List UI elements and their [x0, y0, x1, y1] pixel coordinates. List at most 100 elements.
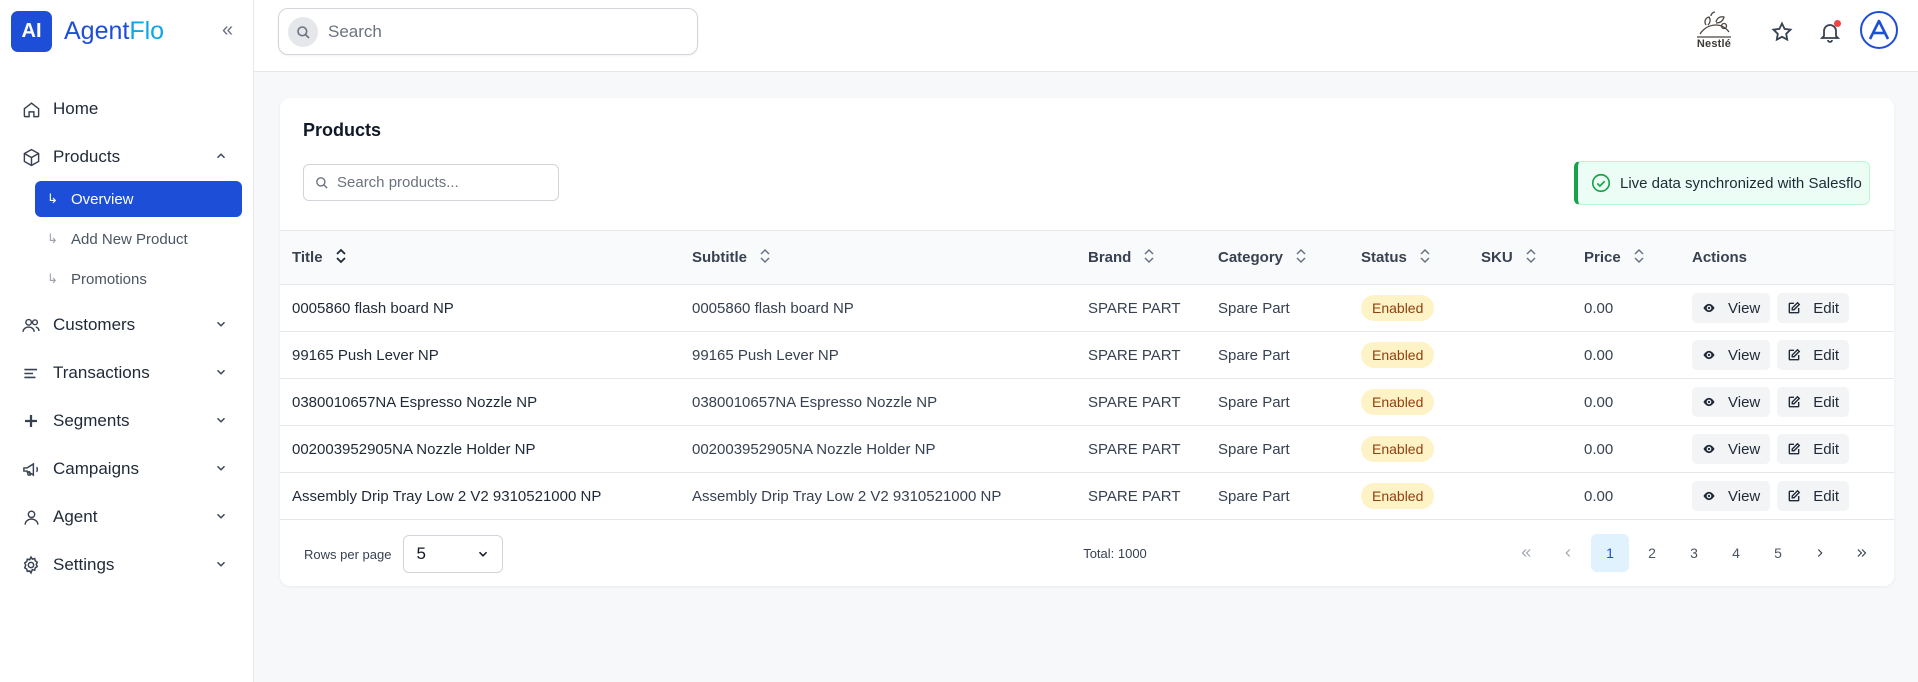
view-button[interactable]: View: [1692, 340, 1771, 370]
edit-icon: [1787, 489, 1807, 503]
eye-icon: [1702, 442, 1722, 456]
avatar[interactable]: [1860, 11, 1898, 49]
view-button-label: View: [1728, 299, 1761, 317]
page-number-button[interactable]: 5: [1759, 534, 1797, 572]
sidebar-subitem-promotions[interactable]: ↳ Promotions: [35, 261, 242, 297]
eye-icon: [1702, 395, 1722, 409]
column-header-label: Title: [292, 248, 323, 266]
check-circle-icon: [1591, 173, 1611, 193]
column-header-brand[interactable]: Brand: [1076, 231, 1206, 285]
edit-button[interactable]: Edit: [1777, 293, 1850, 323]
table-row[interactable]: 0380010657NA Espresso Nozzle NP 038001065…: [280, 379, 1894, 426]
edit-button-label: Edit: [1813, 346, 1840, 364]
sidebar-item-campaigns[interactable]: Campaigns: [20, 454, 236, 484]
edit-button[interactable]: Edit: [1777, 387, 1850, 417]
user-icon: [20, 506, 42, 528]
global-search-input[interactable]: [328, 21, 688, 42]
sort-icon[interactable]: [759, 248, 771, 268]
column-header-category[interactable]: Category: [1206, 231, 1349, 285]
prev-page-button[interactable]: [1549, 534, 1587, 572]
column-header-price[interactable]: Price: [1572, 231, 1680, 285]
subitem-arrow-icon: ↳: [47, 191, 58, 206]
sort-icon[interactable]: [335, 248, 347, 268]
column-header-status[interactable]: Status: [1349, 231, 1469, 285]
cell-category: Spare Part: [1218, 299, 1290, 317]
edit-button[interactable]: Edit: [1777, 340, 1850, 370]
table-row[interactable]: 002003952905NA Nozzle Holder NP 002003952…: [280, 426, 1894, 473]
cell-actions: View Edit: [1680, 426, 1894, 473]
sidebar-subitem-overview[interactable]: ↳ Overview: [35, 181, 242, 217]
view-button-label: View: [1728, 393, 1761, 411]
star-icon[interactable]: [1770, 20, 1794, 44]
rows-per-page-value: 5: [416, 544, 426, 563]
sidebar-item-products[interactable]: Products: [20, 142, 236, 172]
sidebar-subitem-add-new-product[interactable]: ↳ Add New Product: [35, 221, 242, 257]
pagination: 12345: [1507, 534, 1885, 572]
sidebar-item-segments[interactable]: Segments: [20, 406, 236, 436]
cell-brand: SPARE PART: [1088, 299, 1181, 317]
cell-category: Spare Part: [1218, 487, 1290, 505]
rows-per-page: Rows per page 5: [304, 535, 504, 573]
box-icon: [20, 146, 42, 168]
product-search[interactable]: [303, 164, 559, 201]
cell-title: 99165 Push Lever NP: [292, 346, 439, 364]
edit-button[interactable]: Edit: [1777, 434, 1850, 464]
collapse-sidebar-icon[interactable]: «: [222, 20, 240, 42]
sidebar-subitem-label: Add New Product: [71, 230, 188, 248]
sidebar-item-customers[interactable]: Customers: [20, 310, 236, 340]
sidebar-item-home[interactable]: Home: [20, 94, 236, 124]
view-button[interactable]: View: [1692, 481, 1771, 511]
next-page-button[interactable]: [1801, 534, 1839, 572]
view-button-label: View: [1728, 346, 1761, 364]
sort-icon[interactable]: [1633, 248, 1645, 268]
column-header-label: Brand: [1088, 248, 1132, 266]
sidebar-item-settings[interactable]: Settings: [20, 550, 236, 580]
sidebar-item-transactions[interactable]: Transactions: [20, 358, 236, 388]
edit-button-label: Edit: [1813, 299, 1840, 317]
brand[interactable]: AI AgentFlo: [11, 11, 164, 52]
bell-icon[interactable]: [1818, 20, 1842, 44]
sort-icon[interactable]: [1295, 248, 1307, 268]
product-search-input[interactable]: [337, 174, 547, 191]
sort-icon[interactable]: [1525, 248, 1537, 268]
cell-sku: [1469, 473, 1572, 520]
table-row[interactable]: Assembly Drip Tray Low 2 V2 9310521000 N…: [280, 473, 1894, 520]
column-header-title[interactable]: Title: [280, 231, 680, 285]
view-button[interactable]: View: [1692, 293, 1771, 323]
edit-icon: [1787, 395, 1807, 409]
page-number-button[interactable]: 2: [1633, 534, 1671, 572]
edit-icon: [1787, 442, 1807, 456]
sidebar-item-label: Agent: [53, 507, 98, 526]
page-number-button[interactable]: 4: [1717, 534, 1755, 572]
gear-icon: [20, 554, 42, 576]
cell-subtitle: 99165 Push Lever NP: [692, 346, 839, 364]
edit-button[interactable]: Edit: [1777, 481, 1850, 511]
chevron-up-icon: [214, 149, 228, 163]
products-table: Title Subtitle Brand Category Status SKU…: [280, 230, 1894, 520]
status-badge: Enabled: [1361, 483, 1435, 509]
view-button[interactable]: View: [1692, 434, 1771, 464]
page-number-button[interactable]: 1: [1591, 534, 1629, 572]
cell-actions: View Edit: [1680, 332, 1894, 379]
page-number-button[interactable]: 3: [1675, 534, 1713, 572]
column-header-sku[interactable]: SKU: [1469, 231, 1572, 285]
cell-subtitle: 0005860 flash board NP: [692, 299, 854, 317]
view-button-label: View: [1728, 440, 1761, 458]
sort-icon[interactable]: [1143, 248, 1155, 268]
last-page-button[interactable]: [1843, 534, 1881, 572]
view-button[interactable]: View: [1692, 387, 1771, 417]
first-page-button[interactable]: [1507, 534, 1545, 572]
brand-name: AgentFlo: [64, 17, 164, 46]
sidebar-item-label: Transactions: [53, 363, 150, 382]
global-search[interactable]: [278, 8, 698, 55]
sync-status-banner: Live data synchronized with Salesflo: [1574, 161, 1870, 205]
edit-button-label: Edit: [1813, 487, 1840, 505]
sidebar-item-agent[interactable]: Agent: [20, 502, 236, 532]
table-row[interactable]: 0005860 flash board NP 0005860 flash boar…: [280, 285, 1894, 332]
cell-sku: [1469, 426, 1572, 473]
column-header-subtitle[interactable]: Subtitle: [680, 231, 1076, 285]
table-row[interactable]: 99165 Push Lever NP 99165 Push Lever NP SP…: [280, 332, 1894, 379]
sort-icon[interactable]: [1419, 248, 1431, 268]
rows-per-page-select[interactable]: 5: [403, 535, 504, 573]
view-button-label: View: [1728, 487, 1761, 505]
